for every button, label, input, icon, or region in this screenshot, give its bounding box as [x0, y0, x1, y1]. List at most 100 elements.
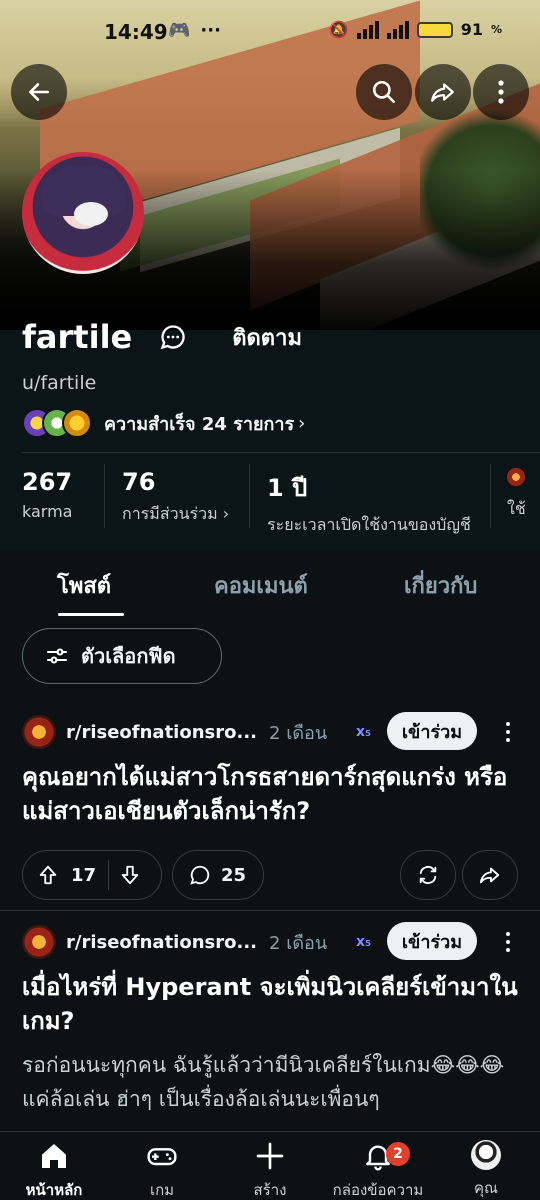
game-controller-icon: 🎮 [168, 20, 191, 41]
search-button[interactable] [356, 64, 412, 120]
search-icon [372, 80, 396, 104]
feed-options-button[interactable]: ตัวเลือกฟีด [22, 628, 222, 684]
status-notification-icons: 🎮 ··· [168, 20, 221, 41]
stat-account-age: 1 ปี ระยะเวลาเปิดใช้งานของบัญชี [250, 460, 490, 538]
status-time: 14:49 [104, 20, 168, 44]
upvote-icon[interactable] [37, 864, 59, 886]
achievements-label: ความสำเร็จ 24 รายการ [104, 413, 295, 435]
share-arrow-icon [431, 83, 454, 102]
arrow-left-icon [29, 83, 49, 101]
post-header: r/riseofnationsro... 2 เดือน [22, 925, 327, 959]
chevron-right-icon: › [222, 504, 230, 523]
stat-label: ใช้ [507, 499, 526, 518]
post-body[interactable]: รอก่อนนะทุกคน ฉันรู้แล้วว่ามีนิวเคลียร์ใ… [22, 1048, 522, 1116]
achievements-link[interactable]: ความสำเร็จ 24 รายการ › [22, 408, 305, 438]
comments-button[interactable]: 25 [172, 850, 264, 900]
battery-percent: 91 [460, 20, 483, 39]
achievement-badges [22, 408, 92, 438]
follow-button[interactable]: ติดตาม [232, 320, 302, 355]
subreddit-name[interactable]: r/riseofnationsro... [66, 932, 257, 953]
divider [0, 910, 540, 911]
stat-partial: ใช้ [491, 460, 531, 538]
signal-icon [386, 20, 409, 39]
game-controller-icon [147, 1148, 177, 1166]
status-bar: 14:49 🎮 ··· 🔕 91% [0, 0, 540, 64]
nav-label: กล่องข้อความ [332, 1181, 424, 1199]
subreddit-icon[interactable] [22, 715, 56, 749]
chat-button[interactable] [158, 322, 188, 352]
stat-label: karma [22, 502, 73, 521]
share-post-button[interactable] [462, 850, 518, 900]
profile-username: fartile [22, 318, 133, 356]
stat-karma[interactable]: 267 karma [0, 460, 104, 538]
nav-profile[interactable]: คุณ [436, 1140, 536, 1200]
stat-badge-icon [507, 468, 531, 491]
chat-bubble-icon [160, 325, 185, 350]
translate-icon: x₅ [356, 934, 372, 950]
avatar [22, 152, 144, 274]
tab-comments[interactable]: คอมเมนต์ [214, 568, 308, 603]
stat-value: 267 [22, 468, 73, 496]
post-age: 2 เดือน [269, 932, 328, 954]
nav-label: หน้าหลัก [25, 1181, 83, 1199]
comment-count: 25 [221, 864, 247, 886]
share-button[interactable] [415, 64, 471, 120]
inbox-badge: 2 [386, 1142, 410, 1166]
chevron-right-icon: › [298, 412, 306, 434]
bottom-navigation: หน้าหลัก เกม สร้าง กล่องข้อความ 2 คุณ [0, 1131, 540, 1200]
profile-handle: u/fartile [22, 372, 97, 394]
signal-icon [356, 20, 379, 39]
crosspost-button[interactable] [400, 850, 456, 900]
post-title[interactable]: คุณอยากได้แม่สาวโกรธสายดาร์กสุดแกร่ง หรื… [22, 760, 522, 828]
post-more-button[interactable] [500, 927, 516, 957]
divider [22, 452, 540, 453]
stat-value: 76 [122, 468, 156, 496]
achievement-badge-icon [62, 408, 92, 438]
subreddit-icon[interactable] [22, 925, 56, 959]
refresh-arrows-icon [419, 866, 437, 884]
back-button[interactable] [11, 64, 67, 120]
tab-about[interactable]: เกี่ยวกับ [404, 568, 477, 603]
vote-count: 17 [71, 864, 97, 886]
nav-home[interactable]: หน้าหลัก [4, 1140, 104, 1200]
post-header: r/riseofnationsro... 2 เดือน [22, 715, 327, 749]
divider [108, 860, 110, 890]
translate-icon: x₅ [356, 724, 372, 740]
home-icon [42, 1144, 66, 1168]
join-button[interactable]: เข้าร่วม [387, 922, 477, 960]
sliders-icon [47, 648, 67, 664]
nav-create[interactable]: สร้าง [220, 1140, 320, 1200]
vote-control: 17 [22, 850, 162, 900]
post-title[interactable]: เมื่อไหร่ที่ Hyperant จะเพิ่มนิวเคลียร์เ… [22, 970, 522, 1038]
nav-label: เกม [149, 1181, 175, 1199]
more-vertical-icon [498, 80, 504, 104]
profile-tabs: โพสต์ คอมเมนต์ เกี่ยวกับ [0, 552, 540, 618]
subreddit-name[interactable]: r/riseofnationsro... [66, 722, 257, 743]
tab-posts[interactable]: โพสต์ [57, 568, 111, 603]
stat-value: 1 ปี [267, 474, 308, 502]
plus-icon [256, 1142, 284, 1170]
join-button[interactable]: เข้าร่วม [387, 712, 477, 750]
status-system-icons: 🔕 91% [328, 20, 502, 39]
nav-games[interactable]: เกม [112, 1140, 212, 1200]
stat-label: ระยะเวลาเปิดใช้งานของบัญชี [267, 515, 471, 534]
downvote-icon[interactable] [119, 864, 141, 886]
nav-label: สร้าง [253, 1181, 287, 1199]
post-more-button[interactable] [500, 717, 516, 747]
nav-inbox[interactable]: กล่องข้อความ 2 [328, 1140, 428, 1200]
profile-name-row: fartile ติดตาม [22, 318, 302, 356]
stat-contributions[interactable]: 76 การมีส่วนร่วม › [105, 460, 249, 538]
avatar [471, 1140, 501, 1170]
feed-options-label: ตัวเลือกฟีด [81, 644, 176, 668]
stat-label: การมีส่วนร่วม [122, 504, 218, 523]
more-options-button[interactable] [473, 64, 529, 120]
active-tab-indicator [58, 613, 124, 616]
share-arrow-icon [479, 867, 500, 884]
mute-icon: 🔕 [328, 20, 349, 39]
battery-icon [416, 21, 453, 38]
profile-stats: 267 karma 76 การมีส่วนร่วม › 1 ปี ระยะเว… [0, 460, 540, 538]
nav-label: คุณ [474, 1179, 498, 1197]
comment-bubble-icon [190, 865, 210, 885]
post-age: 2 เดือน [269, 722, 328, 744]
post-actions: 17 25 [22, 850, 518, 900]
